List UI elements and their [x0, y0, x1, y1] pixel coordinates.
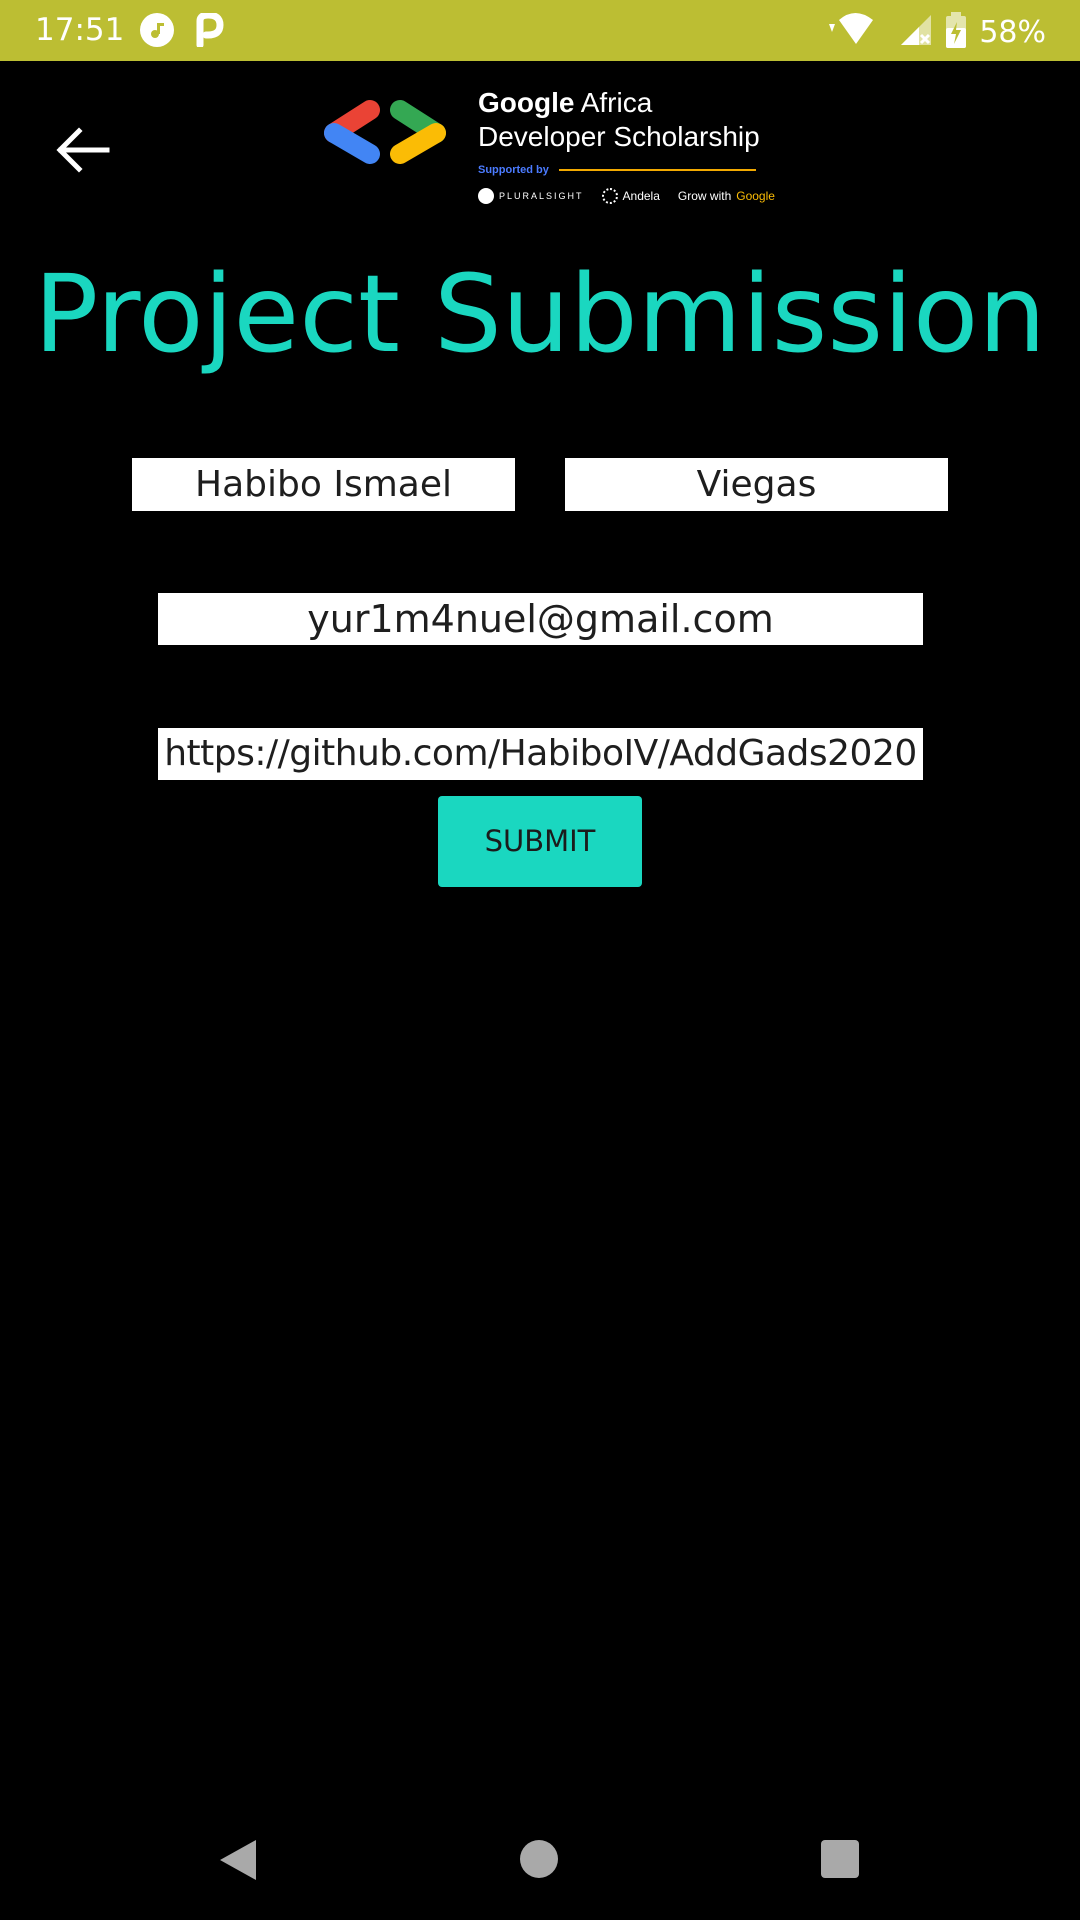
- status-time: 17:51: [35, 12, 125, 48]
- logo-supported-by: Supported by: [478, 164, 775, 176]
- submit-button[interactable]: SUBMIT: [438, 796, 642, 887]
- status-right-icons: 58%: [825, 12, 1046, 53]
- back-button[interactable]: [55, 125, 111, 175]
- wifi-icon: [825, 12, 887, 53]
- github-link-field[interactable]: https://github.com/HabiboIV/AddGads2020: [158, 728, 923, 780]
- divider: [558, 169, 756, 171]
- signal-icon: [899, 13, 933, 52]
- logo-title: Google Africa: [478, 87, 653, 118]
- page-title: Project Submission: [33, 253, 1047, 377]
- status-notification-icons: [140, 11, 224, 52]
- gads-logo: Google Africa Developer Scholarship Supp…: [318, 86, 775, 216]
- status-bar: 17:51 58%: [0, 0, 1080, 61]
- pluralsight-icon: [478, 188, 494, 204]
- nav-back-icon[interactable]: [218, 1838, 258, 1882]
- logo-text: Google Africa Developer Scholarship Supp…: [478, 86, 775, 204]
- logo-partners: PLURALSIGHT Andela Grow with Google: [478, 188, 775, 204]
- battery-charging-icon: [945, 12, 967, 53]
- logo-subtitle: Developer Scholarship: [478, 121, 760, 152]
- arrow-left-icon: [56, 127, 110, 173]
- partner-pluralsight: PLURALSIGHT: [478, 188, 584, 204]
- p-icon: [194, 11, 224, 52]
- music-note-icon: [140, 13, 174, 47]
- nav-home-icon[interactable]: [520, 1840, 558, 1878]
- partner-grow-with-google: Grow with Google: [677, 189, 775, 203]
- first-name-field[interactable]: Habibo Ismael: [132, 458, 515, 511]
- battery-percent: 58%: [979, 14, 1046, 50]
- gads-chevrons-icon: [324, 100, 446, 164]
- nav-bar: [0, 1800, 1080, 1920]
- nav-recents-icon[interactable]: [821, 1840, 859, 1878]
- andela-icon: [601, 188, 618, 204]
- partner-andela: Andela: [601, 188, 660, 204]
- last-name-field[interactable]: Viegas: [565, 458, 948, 511]
- email-field[interactable]: yur1m4nuel@gmail.com: [158, 593, 923, 645]
